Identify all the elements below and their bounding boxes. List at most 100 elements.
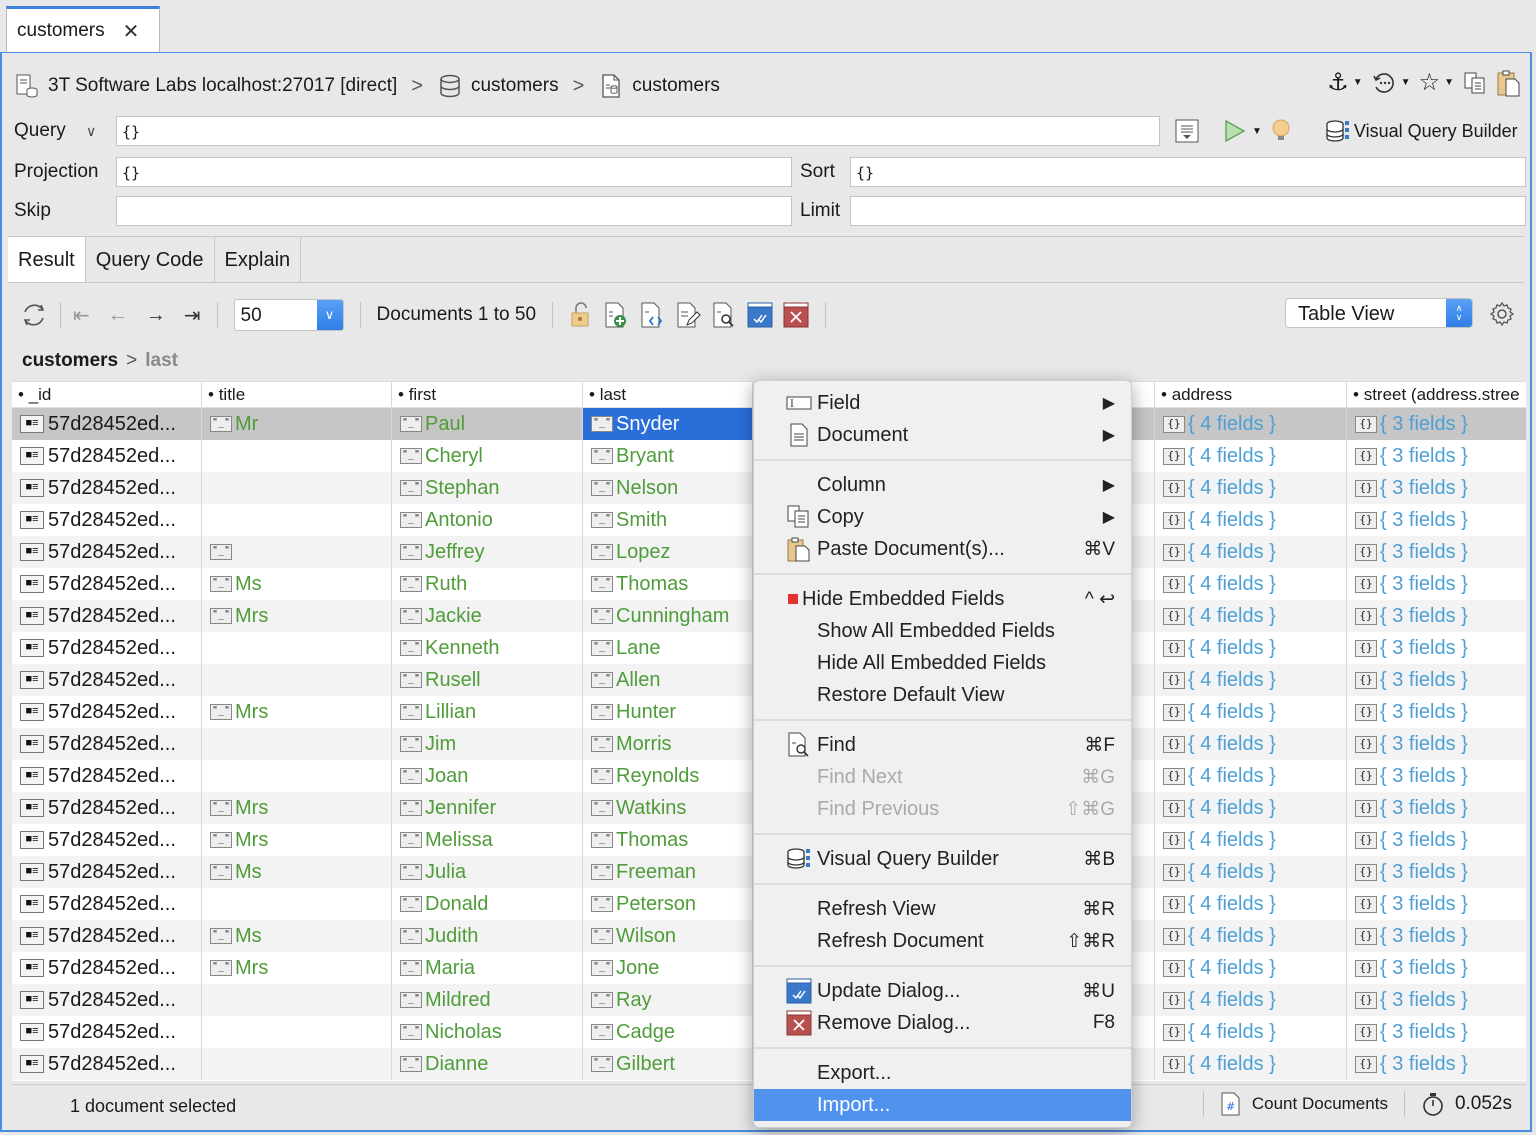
cell-last[interactable]: "_" Lane <box>583 632 753 664</box>
cell-address[interactable]: {}{ 4 fields } <box>1155 952 1347 984</box>
menu-item-show-all-embedded-fields[interactable]: Show All Embedded Fields <box>754 615 1131 647</box>
column-header-street[interactable]: • street (address.stree <box>1347 382 1526 407</box>
cell-first[interactable]: "_" Antonio <box>392 504 583 536</box>
chevron-down-icon[interactable]: ▼ <box>1444 77 1454 88</box>
cell-id[interactable]: ■≡ 57d28452ed... <box>12 632 202 664</box>
view-mode-select[interactable]: Table View ∧ ∨ <box>1285 298 1473 328</box>
cell-first[interactable]: "_" Julia <box>392 856 583 888</box>
skip-input[interactable] <box>116 196 792 226</box>
breadcrumb-database[interactable]: customers <box>471 75 559 97</box>
refresh-icon[interactable] <box>20 301 48 329</box>
cell-address[interactable]: {}{ 4 fields } <box>1155 568 1347 600</box>
chevron-down-icon[interactable]: ▼ <box>1401 77 1411 88</box>
cell-address[interactable]: {}{ 4 fields } <box>1155 792 1347 824</box>
cell-last[interactable]: "_" Reynolds <box>583 760 753 792</box>
menu-item-refresh-view[interactable]: Refresh View ⌘R <box>754 893 1131 925</box>
unlock-icon[interactable] <box>569 301 593 329</box>
cell-title[interactable] <box>202 504 392 536</box>
cell-street[interactable]: {}{ 3 fields } <box>1347 792 1526 824</box>
cell-last[interactable]: "_" Thomas <box>583 568 753 600</box>
cell-first[interactable]: "_" Nicholas <box>392 1016 583 1048</box>
page-size-select[interactable]: 50 ∨ <box>233 299 344 331</box>
cell-address[interactable]: {}{ 4 fields } <box>1155 920 1347 952</box>
cell-title[interactable]: "_" Mrs <box>202 792 392 824</box>
cell-street[interactable]: {}{ 3 fields } <box>1347 920 1526 952</box>
cell-id[interactable]: ■≡ 57d28452ed... <box>12 952 202 984</box>
last-page-icon[interactable]: ⇥ <box>184 303 201 328</box>
cell-last[interactable]: "_" Bryant <box>583 440 753 472</box>
cell-title[interactable] <box>202 632 392 664</box>
visual-query-builder-button[interactable]: Visual Query Builder <box>1354 121 1518 142</box>
edit-document-icon[interactable] <box>675 301 701 329</box>
path-root[interactable]: customers <box>22 350 118 372</box>
cell-first[interactable]: "_" Maria <box>392 952 583 984</box>
menu-item-find[interactable]: Find ⌘F <box>754 729 1131 761</box>
cell-last[interactable]: "_" Nelson <box>583 472 753 504</box>
tab-result[interactable]: Result <box>8 237 86 283</box>
cell-title[interactable]: "_" Ms <box>202 920 392 952</box>
cell-title[interactable] <box>202 1016 392 1048</box>
cell-address[interactable]: {}{ 4 fields } <box>1155 1048 1347 1080</box>
cell-first[interactable]: "_" Stephan <box>392 472 583 504</box>
cell-title[interactable]: "_" Ms <box>202 856 392 888</box>
menu-item-paste-document-s[interactable]: Paste Document(s)... ⌘V <box>754 533 1131 565</box>
menu-item-field[interactable]: I Field ▶ <box>754 387 1131 419</box>
cell-id[interactable]: ■≡ 57d28452ed... <box>12 600 202 632</box>
breadcrumb-connection[interactable]: 3T Software Labs localhost:27017 [direct… <box>48 75 397 97</box>
cell-title[interactable]: "_" Mrs <box>202 824 392 856</box>
breadcrumb-collection[interactable]: customers <box>632 75 720 97</box>
cell-id[interactable]: ■≡ 57d28452ed... <box>12 1048 202 1080</box>
next-page-icon[interactable]: → <box>146 304 166 327</box>
cell-title[interactable] <box>202 888 392 920</box>
menu-item-update-dialog[interactable]: Update Dialog... ⌘U <box>754 975 1131 1007</box>
visual-query-builder-icon[interactable] <box>1324 118 1352 144</box>
cell-first[interactable]: "_" Judith <box>392 920 583 952</box>
cell-first[interactable]: "_" Rusell <box>392 664 583 696</box>
cell-first[interactable]: "_" Dianne <box>392 1048 583 1080</box>
cell-title[interactable] <box>202 1048 392 1080</box>
menu-item-copy[interactable]: Copy ▶ <box>754 501 1131 533</box>
cell-street[interactable]: {}{ 3 fields } <box>1347 760 1526 792</box>
cell-address[interactable]: {}{ 4 fields } <box>1155 856 1347 888</box>
run-query-icon[interactable] <box>1222 118 1248 144</box>
menu-item-visual-query-builder[interactable]: Visual Query Builder ⌘B <box>754 843 1131 875</box>
menu-item-hide-all-embedded-fields[interactable]: Hide All Embedded Fields <box>754 647 1131 679</box>
cell-street[interactable]: {}{ 3 fields } <box>1347 888 1526 920</box>
cell-id[interactable]: ■≡ 57d28452ed... <box>12 728 202 760</box>
add-document-icon[interactable] <box>603 301 629 329</box>
chevron-down-icon[interactable]: ▼ <box>1353 77 1363 88</box>
run-options-chevron-icon[interactable]: ▼ <box>1252 126 1262 137</box>
cell-last[interactable]: "_" Wilson <box>583 920 753 952</box>
column-header-last[interactable]: • last <box>583 382 753 407</box>
cell-street[interactable]: {}{ 3 fields } <box>1347 536 1526 568</box>
cell-street[interactable]: {}{ 3 fields } <box>1347 504 1526 536</box>
anchor-icon[interactable]: ⚓ <box>1327 68 1349 97</box>
column-header-address[interactable]: • address <box>1155 382 1347 407</box>
cell-id[interactable]: ■≡ 57d28452ed... <box>12 408 202 440</box>
cell-address[interactable]: {}{ 4 fields } <box>1155 472 1347 504</box>
cell-street[interactable]: {}{ 3 fields } <box>1347 1016 1526 1048</box>
cell-last[interactable]: "_" Ray <box>583 984 753 1016</box>
cell-last[interactable]: "_" Smith <box>583 504 753 536</box>
column-header-title[interactable]: • title <box>202 382 392 407</box>
menu-item-restore-default-view[interactable]: Restore Default View <box>754 679 1131 711</box>
cell-street[interactable]: {}{ 3 fields } <box>1347 1048 1526 1080</box>
cell-address[interactable]: {}{ 4 fields } <box>1155 984 1347 1016</box>
cell-street[interactable]: {}{ 3 fields } <box>1347 440 1526 472</box>
close-icon[interactable]: ✕ <box>123 19 140 44</box>
cell-last[interactable]: "_" Cunningham <box>583 600 753 632</box>
cell-title[interactable] <box>202 728 392 760</box>
count-documents-icon[interactable]: # <box>1220 1091 1242 1117</box>
chevron-down-icon[interactable]: ∨ <box>316 300 343 330</box>
cell-address[interactable]: {}{ 4 fields } <box>1155 536 1347 568</box>
cell-last[interactable]: "_" Morris <box>583 728 753 760</box>
cell-last[interactable]: "_" Gilbert <box>583 1048 753 1080</box>
cell-first[interactable]: "_" Paul <box>392 408 583 440</box>
cell-first[interactable]: "_" Jim <box>392 728 583 760</box>
copy-icon[interactable] <box>1462 70 1488 96</box>
gear-icon[interactable] <box>1488 300 1516 328</box>
cell-first[interactable]: "_" Cheryl <box>392 440 583 472</box>
sort-input[interactable]: {} <box>850 157 1526 187</box>
cell-id[interactable]: ■≡ 57d28452ed... <box>12 824 202 856</box>
cell-address[interactable]: {}{ 4 fields } <box>1155 632 1347 664</box>
